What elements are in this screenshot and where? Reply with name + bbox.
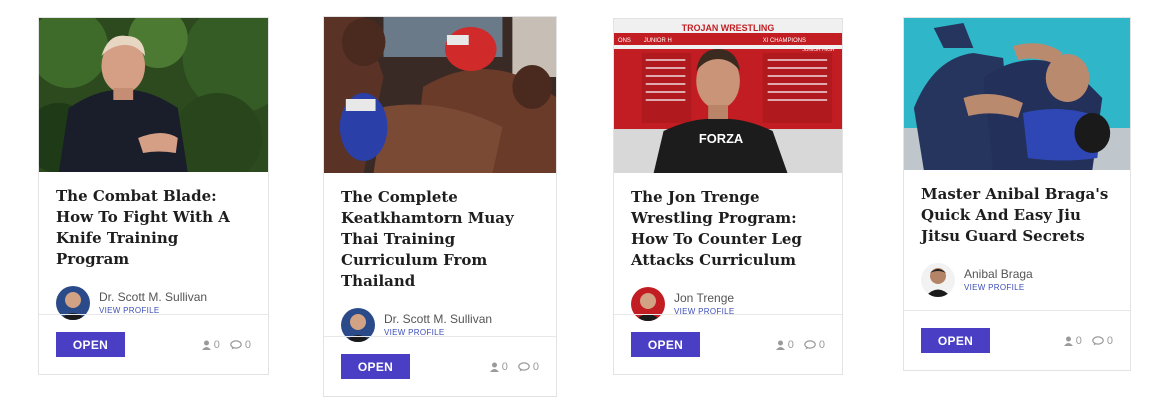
knife-instructor-image xyxy=(39,18,268,172)
user-icon xyxy=(1063,336,1073,346)
comments-count: 0 xyxy=(532,360,539,373)
users-count: 0 xyxy=(787,338,794,351)
comments-stat: 0 xyxy=(230,339,251,351)
open-button[interactable]: OPEN xyxy=(631,332,700,357)
comments-stat: 0 xyxy=(804,339,825,351)
course-thumbnail[interactable] xyxy=(904,18,1130,170)
card-footer: OPEN 0 0 xyxy=(39,314,268,374)
card-stats: 0 0 xyxy=(775,338,825,351)
comment-icon xyxy=(1092,335,1104,345)
users-stat: 0 xyxy=(201,338,220,351)
banner-text: TROJAN WRESTLING xyxy=(682,23,775,33)
comments-count: 0 xyxy=(1106,334,1113,347)
shirt-logo-text: FORZA xyxy=(699,131,743,146)
users-count: 0 xyxy=(213,338,220,351)
course-title[interactable]: The Combat Blade: How To Fight With A Kn… xyxy=(56,186,251,270)
users-stat: 0 xyxy=(775,338,794,351)
card-footer: OPEN 0 0 xyxy=(614,314,842,374)
open-button[interactable]: OPEN xyxy=(341,354,410,379)
user-icon xyxy=(489,362,499,372)
course-thumbnail[interactable] xyxy=(39,18,268,172)
users-count: 0 xyxy=(1075,334,1082,347)
comment-icon xyxy=(518,361,530,371)
author-name: Dr. Scott M. Sullivan xyxy=(384,311,493,326)
course-card: Master Anibal Braga's Quick And Easy Jiu… xyxy=(903,17,1131,371)
jiu-jitsu-image xyxy=(904,18,1130,170)
course-card: The Combat Blade: How To Fight With A Kn… xyxy=(38,17,269,375)
author-name: Anibal Braga xyxy=(964,266,1033,281)
comments-count: 0 xyxy=(244,338,251,351)
course-title[interactable]: The Complete Keatkhamtorn Muay Thai Trai… xyxy=(341,187,539,292)
banner-right-text: XI CHAMPIONS xyxy=(763,38,806,44)
course-thumbnail[interactable] xyxy=(324,17,556,173)
users-count: 0 xyxy=(501,360,508,373)
banner-left-text: ONS xyxy=(618,38,631,44)
muay-thai-image xyxy=(324,17,556,173)
users-stat: 0 xyxy=(1063,334,1082,347)
author-name: Jon Trenge xyxy=(674,290,735,305)
avatar[interactable] xyxy=(921,263,955,297)
comments-stat: 0 xyxy=(1092,335,1113,347)
card-stats: 0 0 xyxy=(489,360,539,373)
user-icon xyxy=(201,340,211,350)
author-avatar-image xyxy=(921,263,955,297)
user-icon xyxy=(775,340,785,350)
author-block: Anibal Braga VIEW PROFILE xyxy=(921,262,1113,298)
course-card: The Complete Keatkhamtorn Muay Thai Trai… xyxy=(323,16,557,397)
open-button[interactable]: OPEN xyxy=(921,328,990,353)
users-stat: 0 xyxy=(489,360,508,373)
comment-icon xyxy=(230,339,242,349)
comment-icon xyxy=(804,339,816,349)
card-stats: 0 0 xyxy=(1063,334,1113,347)
course-title[interactable]: Master Anibal Braga's Quick And Easy Jiu… xyxy=(921,184,1113,247)
wrestling-instructor-image: TROJAN WRESTLING ONS JUNIOR H XI CHAMPIO… xyxy=(614,19,842,173)
course-thumbnail[interactable]: TROJAN WRESTLING ONS JUNIOR H XI CHAMPIO… xyxy=(614,19,842,173)
banner-mid-text: JUNIOR H xyxy=(644,38,672,44)
comments-count: 0 xyxy=(818,338,825,351)
view-profile-link[interactable]: VIEW PROFILE xyxy=(964,282,1033,294)
comments-stat: 0 xyxy=(518,361,539,373)
open-button[interactable]: OPEN xyxy=(56,332,125,357)
course-card: TROJAN WRESTLING ONS JUNIOR H XI CHAMPIO… xyxy=(613,18,843,375)
card-footer: OPEN 0 0 xyxy=(904,310,1130,370)
card-footer: OPEN 0 0 xyxy=(324,336,556,396)
banner-right2-text: JUNIOR HIGH xyxy=(802,47,835,53)
course-title[interactable]: The Jon Trenge Wrestling Program: How To… xyxy=(631,187,825,271)
author-name: Dr. Scott M. Sullivan xyxy=(99,289,208,304)
card-stats: 0 0 xyxy=(201,338,251,351)
